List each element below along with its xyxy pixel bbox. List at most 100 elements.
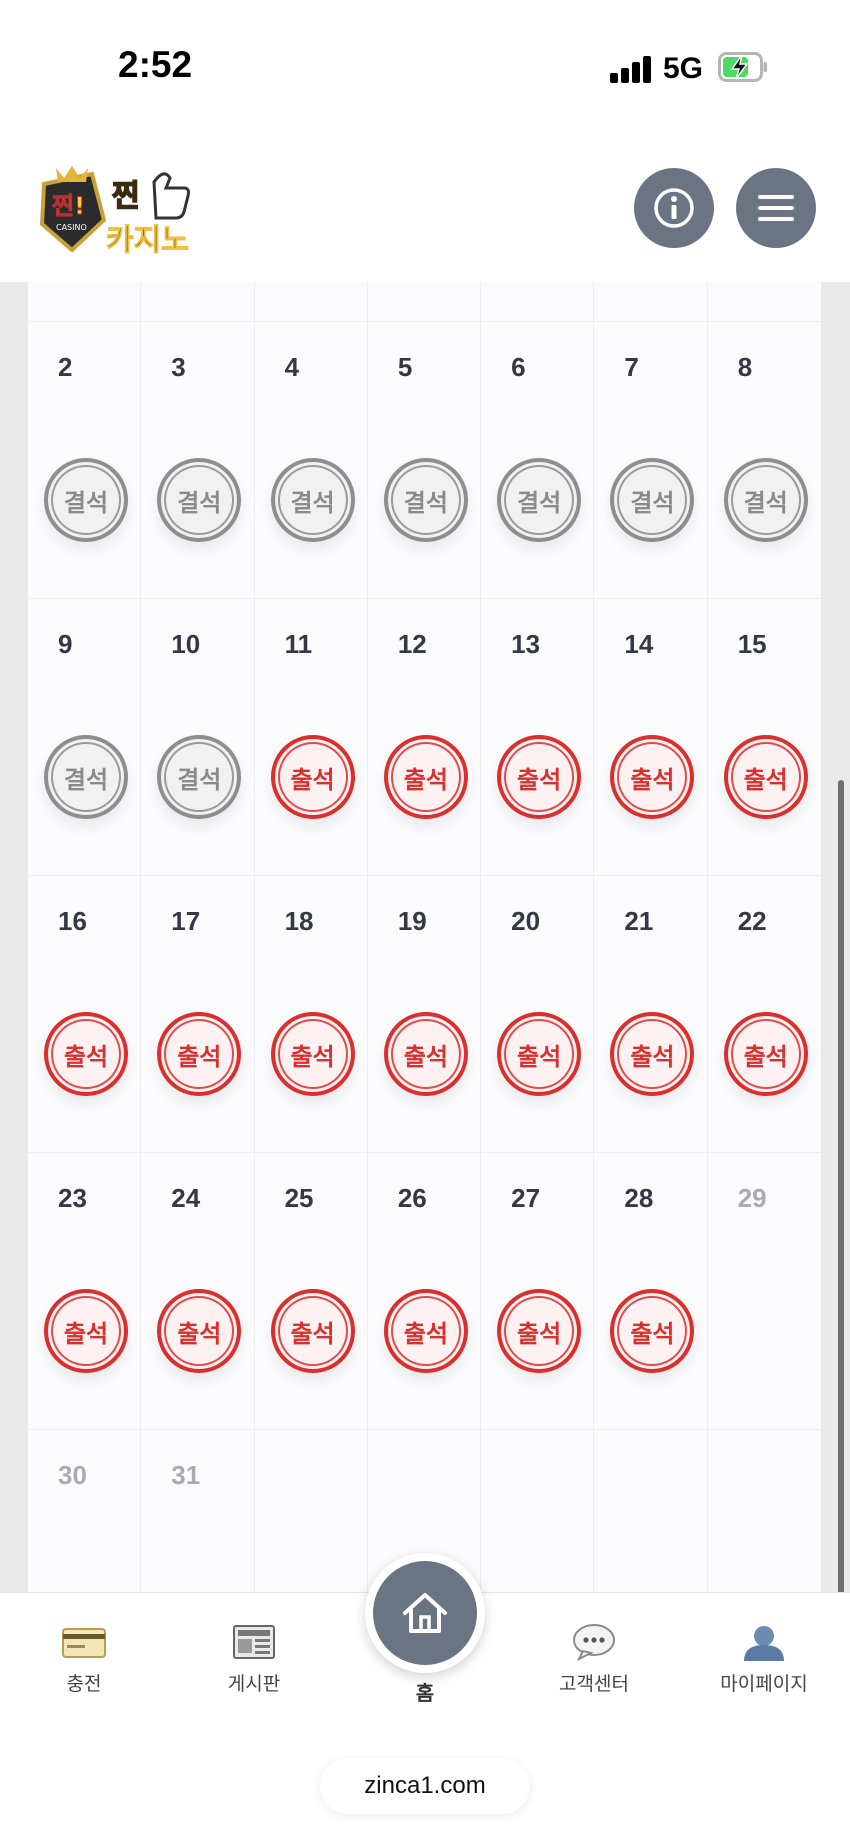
- calendar-day-cell[interactable]: 7 결석: [594, 322, 708, 599]
- calendar-day-cell[interactable]: 25 출석: [254, 1153, 368, 1430]
- nav-support[interactable]: 고객센터: [534, 1623, 654, 1696]
- logo-small-text: CASINO: [56, 223, 87, 232]
- attendance-stamp-present: 출석: [383, 1012, 468, 1096]
- attendance-stamp-present: 출석: [497, 1012, 582, 1096]
- day-number: 12: [397, 629, 427, 659]
- calendar-empty-cell: [594, 1430, 708, 1592]
- calendar-day-cell[interactable]: 4 결석: [254, 322, 368, 599]
- nav-mypage[interactable]: 마이페이지: [704, 1623, 824, 1696]
- day-number: 3: [171, 352, 186, 382]
- calendar-row-partial: [28, 282, 821, 322]
- logo-text-top: 찐!: [52, 192, 85, 220]
- attendance-stamp-absent: 결석: [44, 735, 128, 819]
- calendar-day-cell[interactable]: 31: [141, 1430, 255, 1592]
- calendar-day-cell[interactable]: 8 결석: [707, 322, 821, 599]
- calendar-day-cell[interactable]: 11 출석: [254, 599, 368, 876]
- day-number: 24: [171, 1183, 201, 1213]
- day-number: 14: [624, 629, 654, 659]
- nav-charge[interactable]: 충전: [24, 1623, 144, 1696]
- nav-mypage-label: 마이페이지: [720, 1674, 808, 1695]
- calendar-week-row: 9 결석 10 결석 11 출석 12 출석 13 출석 14 출석 15 출석: [28, 599, 821, 876]
- attendance-stamp-present: 출석: [723, 735, 808, 819]
- attendance-stamp-absent: 결석: [157, 735, 242, 819]
- calendar-day-cell[interactable]: 24 출석: [141, 1153, 255, 1430]
- calendar-day-cell[interactable]: 28 출석: [594, 1153, 708, 1430]
- calendar-day-cell[interactable]: 5 결석: [367, 322, 482, 599]
- attendance-stamp-absent: 결석: [610, 458, 695, 542]
- calendar-day-cell[interactable]: 22 출석: [707, 876, 821, 1153]
- calendar-day-cell[interactable]: 23 출석: [28, 1153, 142, 1430]
- attendance-stamp-present: 출석: [723, 1012, 808, 1096]
- day-number: 9: [58, 629, 73, 659]
- day-number: 4: [284, 352, 300, 382]
- day-number: 15: [737, 629, 767, 659]
- day-number: 7: [624, 352, 639, 382]
- day-number: 25: [284, 1183, 314, 1213]
- calendar-day-cell[interactable]: 2 결석: [28, 322, 142, 599]
- day-number: 8: [737, 352, 753, 382]
- calendar-day-cell[interactable]: 20 출석: [481, 876, 595, 1153]
- attendance-stamp-absent: 결석: [157, 458, 242, 542]
- calendar-day-cell[interactable]: 16 출석: [28, 876, 142, 1153]
- day-number: 22: [737, 906, 767, 936]
- home-button-inner: [373, 1561, 477, 1665]
- day-number: 29: [737, 1183, 767, 1213]
- calendar-empty-cell: [481, 1430, 595, 1592]
- browser-url-bar[interactable]: zinca1.com: [320, 1758, 530, 1814]
- home-button[interactable]: [365, 1553, 485, 1673]
- attendance-calendar-area: 2 결석 3 결석 4 결석 5 결석 6 결석 7 결석 8 결석 9 결석 10 결석 11 출석 12 출석 13 출석…: [0, 282, 850, 1592]
- attendance-stamp-present: 출석: [610, 735, 695, 819]
- day-number: 18: [284, 906, 314, 936]
- calendar-day-cell[interactable]: 9 결석: [28, 599, 142, 876]
- day-number: 20: [511, 906, 541, 936]
- nav-board[interactable]: 게시판: [194, 1623, 314, 1696]
- calendar-day-cell[interactable]: 18 출석: [254, 876, 368, 1153]
- casino-logo[interactable]: 찐! CASINO 찐 카지노: [34, 162, 214, 262]
- calendar-day-cell[interactable]: 26 출석: [367, 1153, 482, 1430]
- day-number: 17: [171, 906, 201, 936]
- calendar-day-cell[interactable]: 14 출석: [594, 599, 708, 876]
- calendar-empty-cell: [255, 1430, 368, 1592]
- day-number: 13: [511, 629, 541, 659]
- attendance-stamp-present: 출석: [157, 1012, 242, 1096]
- attendance-stamp-present: 출석: [383, 1289, 468, 1373]
- status-time: 2:52: [118, 44, 193, 85]
- calendar-day-cell[interactable]: 21 출석: [594, 876, 708, 1153]
- day-number: 26: [397, 1183, 427, 1213]
- calendar-day-cell[interactable]: 13 출석: [481, 599, 595, 876]
- calendar-day-cell[interactable]: 12 출석: [367, 599, 482, 876]
- attendance-stamp-absent: 결석: [497, 458, 582, 542]
- attendance-stamp-present: 출석: [270, 735, 355, 819]
- day-number: 11: [284, 629, 313, 659]
- calendar-day-cell[interactable]: 10 결석: [141, 599, 255, 876]
- newspaper-icon: [233, 1625, 275, 1659]
- attendance-stamp-present: 출석: [497, 1289, 582, 1373]
- attendance-stamp-present: 출석: [270, 1012, 355, 1096]
- svg-text:찐: 찐: [112, 179, 140, 214]
- attendance-stamp-present: 출석: [383, 735, 468, 819]
- attendance-stamp-present: 출석: [44, 1289, 128, 1373]
- calendar-day-cell[interactable]: 3 결석: [141, 322, 255, 599]
- attendance-stamp-present: 출석: [270, 1289, 355, 1373]
- menu-button[interactable]: [736, 168, 816, 248]
- network-label: 5G: [663, 52, 704, 85]
- app-header: 찐! CASINO 찐 카지노: [0, 140, 850, 282]
- calendar-day-cell[interactable]: 15 출석: [707, 599, 821, 876]
- scrollbar-thumb[interactable]: [838, 780, 844, 1592]
- day-number: 21: [624, 906, 654, 936]
- nav-home-label[interactable]: 홈: [365, 1677, 485, 1706]
- bottom-navigation: 충전 게시판 홈 고객센터 마이페이지: [0, 1553, 850, 1735]
- calendar-week-row: 16 출석 17 출석 18 출석 19 출석 20 출석 21 출석 22 출석: [28, 876, 821, 1153]
- calendar-day-cell[interactable]: 30: [28, 1430, 142, 1592]
- attendance-stamp-absent: 결석: [270, 458, 355, 542]
- calendar-day-cell[interactable]: 19 출석: [367, 876, 482, 1153]
- day-number: 19: [397, 906, 427, 936]
- calendar-day-cell[interactable]: 29: [707, 1153, 821, 1430]
- info-button[interactable]: [634, 168, 714, 248]
- calendar-day-cell[interactable]: 17 출석: [141, 876, 255, 1153]
- nav-support-label: 고객센터: [559, 1674, 629, 1695]
- user-avatar-icon: [744, 1626, 784, 1661]
- calendar-empty-cell: [708, 1430, 821, 1592]
- calendar-day-cell[interactable]: 6 결석: [481, 322, 595, 599]
- calendar-day-cell[interactable]: 27 출석: [481, 1153, 595, 1430]
